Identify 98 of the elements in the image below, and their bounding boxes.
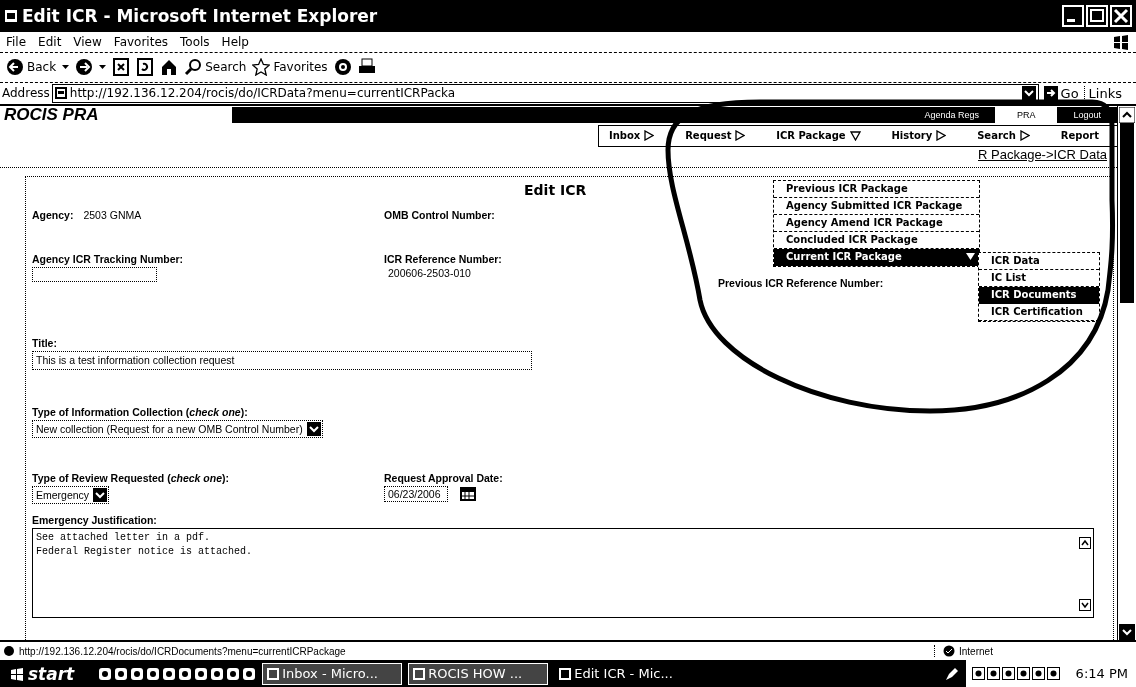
menu-item[interactable]: Tools: [180, 34, 210, 49]
scrollbar[interactable]: [1117, 105, 1136, 641]
go-button[interactable]: Go: [1040, 85, 1082, 101]
menu-item[interactable]: Agency Amend ICR Package: [774, 214, 979, 232]
stop-icon[interactable]: [112, 58, 131, 77]
menu-item[interactable]: Edit: [38, 34, 62, 49]
field-label: Type of Information Collection (check one):: [32, 405, 248, 418]
input-field[interactable]: This is a test information collection request: [32, 350, 532, 370]
status-text: http://192.136.12.204/rocis/do/ICRDocuments?menu=currentICRPackage: [19, 645, 346, 657]
calendar-icon[interactable]: [460, 486, 476, 501]
quick-launch-icon[interactable]: [98, 666, 113, 681]
nav-item[interactable]: ICR Package: [776, 130, 861, 142]
minimize-icon[interactable]: [1062, 4, 1084, 27]
menu-item[interactable]: ICR Documents: [979, 286, 1099, 304]
quick-launch-icon[interactable]: [178, 666, 193, 681]
field-value: 200606-2503-010: [387, 266, 471, 279]
field-label: Agency:: [32, 208, 74, 221]
app-title: ROCIS PRA: [3, 105, 100, 126]
zone-label: Internet: [959, 645, 993, 657]
toolbar-button[interactable]: Back: [6, 58, 57, 77]
select-field[interactable]: Emergency: [32, 485, 110, 504]
refresh-icon[interactable]: [136, 58, 155, 77]
star-icon: [252, 58, 271, 77]
pen-icon: [943, 665, 960, 682]
maximize-icon[interactable]: [1086, 4, 1108, 27]
text-area[interactable]: See attached letter in a pdf. Federal Register notice is attached.: [32, 527, 1094, 618]
input-field[interactable]: [32, 266, 157, 282]
date-field[interactable]: 06/23/2006: [384, 485, 448, 502]
window-title: Edit ICR - Microsoft Internet Explorer: [22, 5, 378, 26]
top-tab[interactable]: Agenda Regs: [908, 107, 995, 124]
scroll-thumb[interactable]: [1120, 122, 1134, 303]
home-icon[interactable]: [160, 58, 179, 77]
tray-icon: [1046, 667, 1060, 680]
nav-item[interactable]: Report: [1060, 130, 1099, 142]
form-heading: Edit ICR: [524, 181, 587, 198]
quick-launch-icon[interactable]: [210, 666, 225, 681]
quick-launch-icon[interactable]: [114, 666, 129, 681]
select-field[interactable]: New collection (Request for a new OMB Control Number): [32, 419, 323, 438]
go-arrow-icon: [1043, 86, 1058, 101]
field-label: Emergency Justification:: [32, 513, 157, 526]
top-tab[interactable]: PRA: [994, 107, 1058, 124]
dropdown-caret-icon[interactable]: [99, 65, 107, 70]
menu-item[interactable]: ICR Data: [979, 252, 1099, 270]
media-icon[interactable]: [333, 58, 352, 77]
toolbar-button[interactable]: Favorites: [252, 58, 328, 77]
quick-launch-icon[interactable]: [242, 666, 257, 681]
tray-icon: [1016, 667, 1030, 680]
quick-launch-icon[interactable]: [146, 666, 161, 681]
menu-item[interactable]: Current ICR Package: [774, 248, 979, 266]
tray-icon: [986, 667, 1000, 680]
top-tab[interactable]: Logout: [1057, 107, 1117, 124]
field-label: OMB Control Number:: [384, 208, 495, 221]
close-icon[interactable]: [1110, 4, 1132, 27]
quick-launch-icon[interactable]: [226, 666, 241, 681]
tray-icon: [1001, 667, 1015, 680]
address-label: Address: [2, 86, 50, 101]
scroll-up-icon[interactable]: [1079, 536, 1091, 549]
quick-launch-icon[interactable]: [194, 666, 209, 681]
clock: 6:14 PM: [1075, 666, 1128, 681]
nav-item[interactable]: Inbox: [609, 130, 655, 142]
field-label: Previous ICR Reference Number:: [718, 276, 884, 289]
field-label: ICR Reference Number:: [384, 252, 502, 265]
toolbar-button[interactable]: Search: [184, 58, 247, 77]
menu-item[interactable]: File: [6, 34, 27, 49]
quick-launch-icon[interactable]: [130, 666, 145, 681]
window-icon: [267, 667, 280, 680]
scroll-down-icon[interactable]: [1079, 598, 1091, 611]
menu-item[interactable]: ICR Certification: [979, 303, 1099, 321]
windows-logo-icon: [1112, 32, 1130, 51]
window-icon: [413, 667, 426, 680]
start-button[interactable]: start: [2, 660, 93, 687]
field-label: Request Approval Date:: [384, 471, 503, 484]
nav-item[interactable]: Request: [685, 130, 746, 142]
menu-item[interactable]: Previous ICR Package: [774, 180, 979, 198]
menu-item[interactable]: Favorites: [113, 34, 169, 49]
taskbar-button[interactable]: ROCIS HOW ...: [408, 662, 549, 685]
search-icon: [184, 58, 203, 77]
menu-item[interactable]: IC List: [979, 269, 1099, 287]
menu-item[interactable]: Concluded ICR Package: [774, 231, 979, 249]
field-value: 2503 GNMA: [83, 208, 142, 221]
breadcrumb[interactable]: R Package->ICR Data: [978, 146, 1107, 167]
menu-item[interactable]: Agency Submitted ICR Package: [774, 197, 979, 215]
tray-icon: [1031, 667, 1045, 680]
window-icon: [559, 667, 572, 680]
tray-icon: [971, 667, 985, 680]
field-label: Type of Review Requested (check one):: [32, 471, 230, 484]
field-label: Title:: [32, 336, 57, 349]
nav-item[interactable]: History: [891, 130, 947, 142]
quick-launch-icon[interactable]: [162, 666, 177, 681]
nav-item[interactable]: Search: [977, 130, 1030, 142]
field-label: Agency ICR Tracking Number:: [32, 252, 184, 265]
taskbar-button[interactable]: Inbox - Micro...: [262, 662, 403, 685]
windows-logo-icon: [10, 666, 24, 681]
menu-item[interactable]: Help: [221, 34, 249, 49]
menu-item[interactable]: View: [73, 34, 102, 49]
dropdown-caret-icon[interactable]: [62, 65, 70, 70]
address-field[interactable]: http://192.136.12.204/rocis/do/ICRData?menu=currentICRPacka: [51, 83, 1039, 103]
links-button[interactable]: Links: [1083, 85, 1134, 101]
